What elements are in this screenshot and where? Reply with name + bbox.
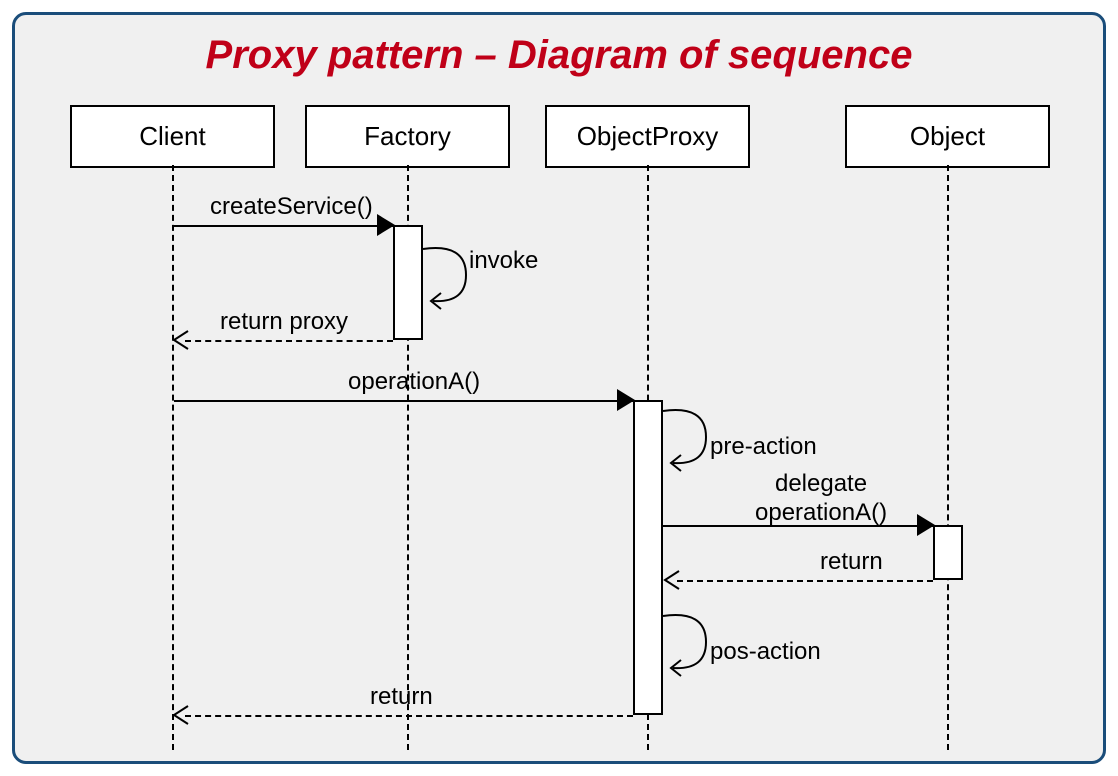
diagram-title: Proxy pattern – Diagram of sequence [15, 33, 1103, 78]
label-preaction: pre-action [710, 433, 817, 461]
participant-client: Client [70, 105, 275, 168]
sequence-diagram: Client Factory ObjectProxy Object create… [15, 95, 1109, 755]
label-return2: return [370, 683, 433, 711]
arrow-open-left-icon [170, 329, 192, 351]
activation-object [933, 525, 963, 580]
self-loop-invoke [421, 243, 481, 313]
lifeline-client [172, 165, 174, 750]
participant-objectproxy: ObjectProxy [545, 105, 750, 168]
activation-objectproxy [633, 400, 663, 715]
msg-operationa [174, 400, 633, 402]
label-delegate-line2: operationA() [755, 499, 887, 526]
participant-object: Object [845, 105, 1050, 168]
label-createservice: createService() [210, 193, 373, 221]
label-returnproxy: return proxy [220, 308, 348, 336]
self-loop-posaction [661, 610, 721, 680]
label-operationa: operationA() [348, 368, 480, 396]
arrow-solid-right-icon-3 [917, 514, 937, 536]
diagram-frame: Proxy pattern – Diagram of sequence Clie… [12, 12, 1106, 764]
arrow-open-left-icon-3 [170, 704, 192, 726]
arrow-solid-right-icon-2 [617, 389, 637, 411]
label-return1: return [820, 548, 883, 576]
arrow-solid-right-icon [377, 214, 397, 236]
lifeline-object [947, 165, 949, 750]
msg-return2 [185, 715, 633, 717]
activation-factory [393, 225, 423, 340]
label-posaction: pos-action [710, 638, 821, 666]
msg-return1 [677, 580, 933, 582]
msg-createservice [174, 225, 393, 227]
msg-returnproxy [185, 340, 393, 342]
self-loop-preaction [661, 405, 721, 475]
participant-factory: Factory [305, 105, 510, 168]
arrow-open-left-icon-2 [661, 569, 683, 591]
label-delegate: delegate operationA() [755, 470, 887, 528]
msg-delegate [663, 525, 933, 527]
label-delegate-line1: delegate [775, 470, 867, 497]
